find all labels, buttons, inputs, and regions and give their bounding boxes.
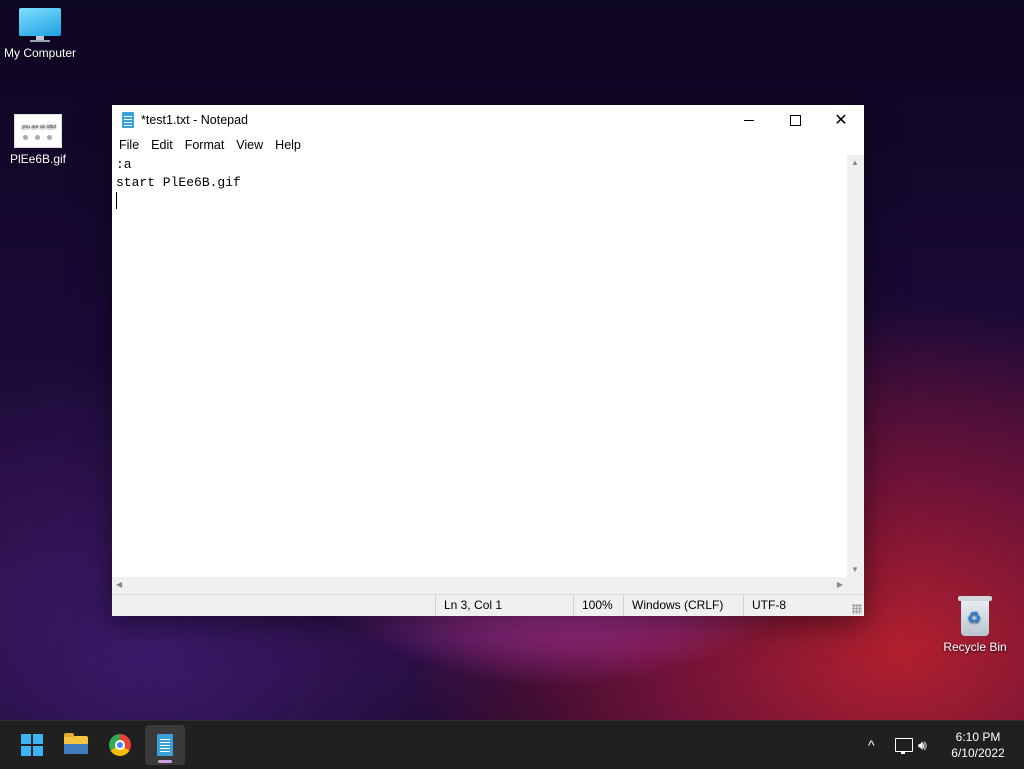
menu-format[interactable]: Format [180,138,230,152]
desktop-icon-my-computer[interactable]: My Computer [0,8,80,60]
menu-file[interactable]: File [114,138,144,152]
network-icon [895,738,913,754]
taskbar-file-explorer[interactable] [56,725,96,765]
menu-view[interactable]: View [231,138,268,152]
notepad-window: *test1.txt - Notepad ✕ File Edit Format … [112,105,864,616]
taskbar-chrome[interactable] [100,725,140,765]
volume-button[interactable]: 🔊︎ [918,721,927,769]
scroll-right-icon[interactable]: ▶ [837,580,843,589]
desktop-icon-gif-file[interactable]: you are an idiot PlEe6B.gif [0,114,78,166]
window-title: *test1.txt - Notepad [141,113,249,127]
desktop-icon-recycle-bin[interactable]: ♻ Recycle Bin [935,596,1015,654]
text-editor[interactable]: :a start PlEe6B.gif [112,155,847,577]
status-encoding: UTF-8 [743,595,862,616]
text-caret [116,192,117,210]
show-hidden-icons-button[interactable]: ^ [868,721,875,769]
maximize-icon [789,114,801,126]
close-button[interactable]: ✕ [818,105,864,135]
vertical-scrollbar[interactable]: ▲ ▼ [847,155,864,577]
recycle-bin-icon: ♻ [958,596,992,636]
minimize-button[interactable] [726,105,772,135]
desktop-icon-label: Recycle Bin [943,640,1007,654]
clock-time: 6:10 PM [955,730,1001,744]
menu-help[interactable]: Help [270,138,306,152]
maximize-button[interactable] [772,105,818,135]
title-bar[interactable]: *test1.txt - Notepad ✕ [112,105,864,135]
start-button[interactable] [12,725,52,765]
notepad-icon [157,734,173,756]
network-button[interactable] [895,721,913,769]
gif-thumbnail-icon: you are an idiot [14,114,62,148]
desktop-icon-label: PlEe6B.gif [9,152,67,166]
gif-thumbnail-text: you are an idiot [21,124,57,130]
desktop-icon-label: My Computer [3,46,77,60]
folder-icon [64,733,88,754]
monitor-icon [19,8,61,42]
text-line: :a [116,157,132,172]
horizontal-scrollbar[interactable]: ◀ ▶ [112,577,847,594]
menu-edit[interactable]: Edit [146,138,178,152]
notepad-app-icon [122,112,134,128]
scroll-down-icon[interactable]: ▼ [851,565,859,574]
status-line-ending: Windows (CRLF) [623,595,752,616]
active-indicator [158,760,172,763]
status-cursor-position: Ln 3, Col 1 [435,595,574,616]
chevron-up-icon: ^ [868,737,875,753]
minimize-icon [744,119,754,121]
text-line-current [116,192,843,210]
resize-grip-icon[interactable] [852,604,862,614]
windows-start-icon [21,734,43,756]
scrollbar-corner [847,577,864,594]
taskbar: ^ 🔊︎ 6:10 PM 6/10/2022 [0,720,1024,769]
scroll-up-icon[interactable]: ▲ [851,158,859,167]
speaker-icon: 🔊︎ [918,736,927,753]
chrome-icon [109,734,131,756]
close-icon: ✕ [834,112,848,129]
text-line: start PlEe6B.gif [116,175,241,190]
scroll-left-icon[interactable]: ◀ [116,580,122,589]
clock-date: 6/10/2022 [951,746,1005,760]
menu-bar: File Edit Format View Help [112,135,864,155]
taskbar-notepad[interactable] [145,725,185,765]
system-clock[interactable]: 6:10 PM 6/10/2022 [940,729,1016,761]
status-bar: Ln 3, Col 1 100% Windows (CRLF) UTF-8 [112,594,864,616]
